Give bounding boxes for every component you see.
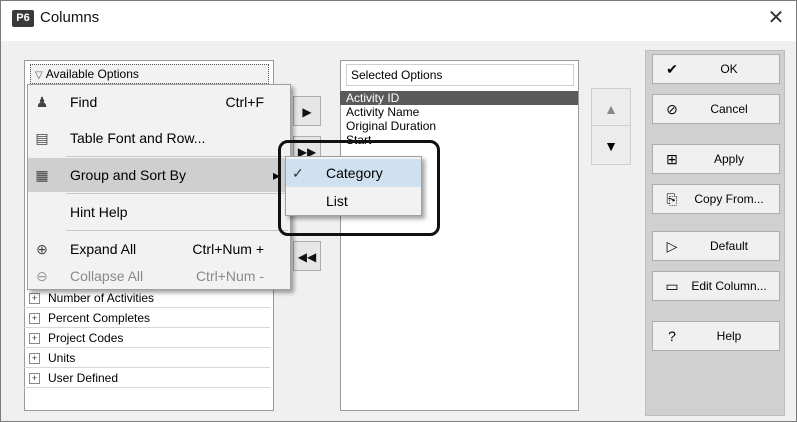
chevron-down-icon: ▽ [35, 70, 43, 81]
apply-label: Apply [713, 152, 745, 166]
menu-item-collapse-all: ⊖ Collapse All Ctrl+Num - [28, 259, 290, 293]
edit-column-button[interactable]: ▭ Edit Column... [652, 271, 780, 301]
move-down-button[interactable]: ▼ [591, 125, 631, 165]
move-up-button[interactable]: ▲ [591, 88, 631, 128]
menu-item-label: Find [70, 94, 98, 110]
default-label: Default [709, 239, 749, 253]
edit-column-label: Edit Column... [691, 279, 767, 293]
checkmark-icon: ✔ [666, 61, 678, 77]
menu-item-label: Group and Sort By [70, 167, 186, 183]
p6-app-icon: P6 [12, 10, 34, 27]
help-icon: ? [668, 328, 676, 344]
menu-separator [66, 230, 288, 231]
list-item-label: Units [48, 351, 76, 365]
copy-from-label: Copy From... [694, 192, 764, 206]
copy-icon: ⎘ [666, 191, 678, 207]
edit-column-icon: ▭ [665, 278, 679, 294]
close-icon[interactable]: ✕ [764, 6, 788, 30]
apply-button[interactable]: ⊞ Apply [652, 144, 780, 174]
menu-separator [66, 156, 288, 157]
menu-item-shortcut: Ctrl+Num - [195, 268, 264, 284]
table-font-icon: ▤ [35, 130, 49, 146]
list-item[interactable]: + User Defined [24, 368, 270, 388]
menu-item-label: Collapse All [70, 268, 144, 284]
title-bar [1, 1, 796, 41]
dialog-title: Columns [40, 9, 100, 26]
cancel-icon: ⊘ [666, 101, 678, 117]
list-item-label: Number of Activities [48, 291, 155, 305]
menu-item-shortcut: Ctrl+F [225, 94, 265, 110]
menu-item-table-font[interactable]: ▤ Table Font and Row... [28, 121, 290, 155]
list-item[interactable]: + Project Codes [24, 328, 270, 348]
menu-item-label: Hint Help [70, 204, 128, 220]
remove-all-options-button[interactable]: ◀◀ [293, 241, 321, 271]
list-item-label: User Defined [48, 371, 119, 385]
available-options-label: Available Options [45, 67, 139, 81]
context-menu: ♟ Find Ctrl+F ▤ Table Font and Row... ▦ … [27, 84, 291, 290]
ok-label: OK [720, 62, 738, 76]
list-item-label: Project Codes [48, 331, 124, 345]
menu-item-label: Table Font and Row... [70, 130, 206, 146]
default-icon: ▷ [666, 238, 678, 254]
group-sort-icon: ▦ [35, 167, 49, 183]
expand-icon[interactable]: + [29, 333, 40, 345]
list-item-label: Percent Completes [48, 311, 151, 325]
menu-item-group-and-sort[interactable]: ▦ Group and Sort By ▸ [28, 158, 290, 192]
cancel-button[interactable]: ⊘ Cancel [652, 94, 780, 124]
list-item[interactable]: + Percent Completes [24, 308, 270, 328]
highlight-callout [278, 140, 440, 236]
expand-icon[interactable]: + [29, 313, 40, 325]
selected-options-header: Selected Options [346, 64, 574, 86]
apply-icon: ⊞ [666, 151, 678, 167]
selected-option-item[interactable]: Original Duration [340, 119, 578, 133]
menu-separator [66, 193, 288, 194]
help-button[interactable]: ? Help [652, 321, 780, 351]
help-label: Help [716, 329, 742, 343]
selected-option-item[interactable]: Activity Name [340, 105, 578, 119]
cancel-label: Cancel [710, 102, 748, 116]
expand-icon[interactable]: + [29, 353, 40, 365]
menu-item-hint-help[interactable]: Hint Help [28, 195, 290, 229]
add-option-button[interactable]: ▶ [293, 96, 321, 126]
copy-from-button[interactable]: ⎘ Copy From... [652, 184, 780, 214]
list-item[interactable]: + Units [24, 348, 270, 368]
menu-item-find[interactable]: ♟ Find Ctrl+F [28, 85, 290, 119]
binoculars-icon: ♟ [35, 94, 49, 110]
ok-button[interactable]: ✔ OK [652, 54, 780, 84]
selected-option-item[interactable]: Activity ID [340, 91, 578, 105]
expand-icon[interactable]: + [29, 373, 40, 385]
collapse-all-icon: ⊖ [36, 268, 48, 284]
expand-icon[interactable]: + [29, 293, 40, 305]
available-options-header[interactable]: ▽ Available Options [30, 64, 269, 84]
default-button[interactable]: ▷ Default [652, 231, 780, 261]
